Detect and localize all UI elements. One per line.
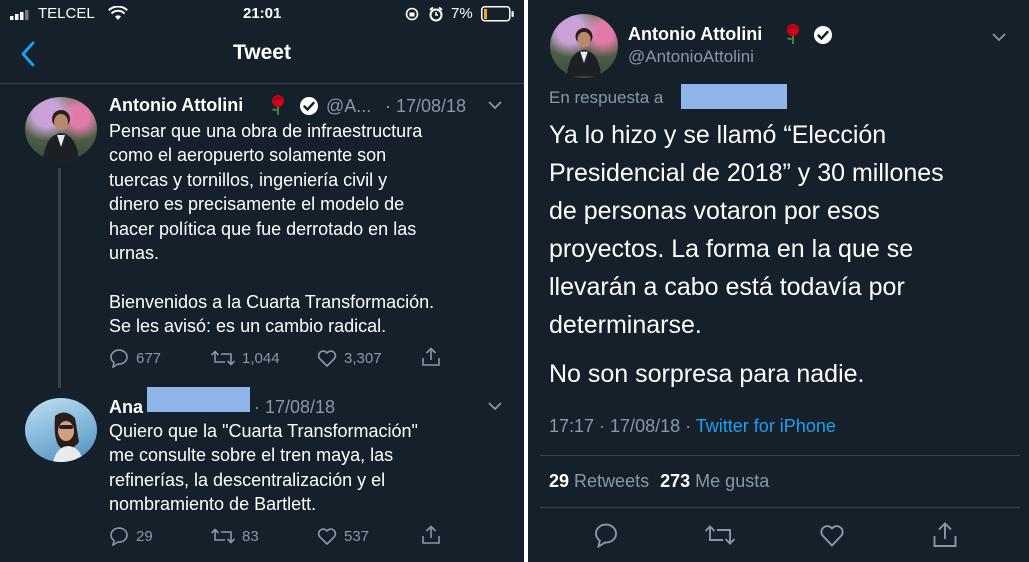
tweet-timestamp: 17:17 · 17/08/18 · — [549, 416, 692, 436]
action-bar — [528, 518, 1029, 554]
author-name[interactable]: Antonio Attolini — [628, 24, 762, 45]
chevron-down-icon[interactable] — [487, 401, 503, 411]
likes-label[interactable]: Me gusta — [695, 471, 769, 491]
chevron-down-icon[interactable] — [487, 100, 503, 110]
reply-context: En respuesta a — [549, 88, 664, 107]
share-icon[interactable] — [931, 521, 959, 549]
rose-emoji-icon — [783, 23, 803, 45]
battery-icon — [481, 6, 515, 22]
nav-header: Tweet — [0, 28, 524, 80]
reply-icon[interactable] — [592, 522, 620, 548]
rose-emoji-icon — [268, 94, 288, 116]
author-handle: @AntonioAttolini — [628, 47, 754, 66]
tweet-detail-screen: Antonio Attolini @AntonioAttolini En res… — [528, 0, 1029, 562]
like-button[interactable]: 3,307 — [316, 348, 382, 368]
share-icon[interactable] — [420, 346, 442, 368]
avatar[interactable] — [550, 14, 618, 78]
tweet-text-paragraph: No son sorpresa para nadie. — [549, 360, 865, 388]
like-count: 3,307 — [344, 349, 382, 367]
tweet-stats: 29 Retweets 273 Me gusta — [549, 471, 769, 492]
tweet-source-link[interactable]: Twitter for iPhone — [696, 416, 836, 436]
alarm-icon — [428, 6, 444, 22]
heart-icon[interactable] — [818, 522, 846, 548]
retweet-count: 1,044 — [242, 349, 280, 367]
avatar[interactable] — [25, 97, 97, 161]
reply-icon — [108, 348, 130, 368]
like-button[interactable]: 537 — [316, 526, 369, 546]
tweet-date: · 17/08/18 — [385, 96, 467, 116]
share-icon[interactable] — [420, 524, 442, 546]
reply-button[interactable]: 677 — [108, 348, 161, 368]
chevron-down-icon[interactable] — [991, 32, 1007, 42]
carrier-label: TELCEL — [38, 5, 95, 22]
stats-divider — [540, 507, 1020, 508]
retweets-label[interactable]: Retweets — [574, 471, 649, 491]
author-name[interactable]: Ana — [109, 397, 143, 418]
meta-divider — [540, 455, 1020, 456]
tweet[interactable]: Antonio Attolini @A... · 17/08/18 Pensar… — [0, 84, 524, 384]
heart-icon — [316, 526, 338, 546]
redacted-handle — [147, 387, 250, 412]
retweet-icon[interactable] — [704, 522, 736, 548]
retweet-icon — [210, 348, 236, 368]
reply-icon — [108, 526, 130, 546]
retweet-button[interactable]: 83 — [210, 526, 259, 546]
tweet[interactable]: Ana · 17/08/18 Quiero que la "Cuarta Tra… — [0, 387, 524, 562]
verified-badge-icon — [299, 96, 319, 116]
redacted-reply-target[interactable] — [681, 84, 787, 109]
retweets-count[interactable]: 29 — [549, 471, 569, 491]
verified-badge-icon — [813, 25, 833, 45]
reply-count: 29 — [136, 527, 153, 545]
rotation-lock-icon — [404, 7, 420, 21]
status-bar: TELCEL 21:01 7% — [0, 0, 524, 28]
retweet-icon — [210, 526, 236, 546]
heart-icon — [316, 348, 338, 368]
reply-button[interactable]: 29 — [108, 526, 153, 546]
page-title: Tweet — [233, 41, 291, 64]
retweet-button[interactable]: 1,044 — [210, 348, 280, 368]
tweet-meta: 17:17 · 17/08/18 · Twitter for iPhone — [549, 416, 836, 437]
author-handle: @A... — [326, 96, 372, 116]
thread-screen: TELCEL 21:01 7% Tweet Antonio Attolini @… — [0, 0, 524, 562]
tweet-date: · 17/08/18 — [254, 397, 336, 417]
author-name[interactable]: Antonio Attolini — [109, 95, 243, 116]
tweet-text: Ya lo hizo y se llamó “Elección Presiden… — [549, 121, 944, 339]
reply-count: 677 — [136, 349, 162, 367]
likes-count[interactable]: 273 — [660, 471, 690, 491]
like-count: 537 — [344, 527, 370, 545]
avatar[interactable] — [25, 398, 97, 462]
tweet-text: Pensar que una obra de infraestructura c… — [109, 121, 435, 337]
retweet-count: 83 — [242, 527, 259, 545]
battery-percent: 7% — [451, 5, 473, 22]
clock: 21:01 — [243, 5, 282, 22]
signal-icon — [10, 9, 32, 20]
tweet-text: Quiero que la "Cuarta Transformación" me… — [109, 421, 418, 515]
wifi-icon — [108, 6, 128, 21]
